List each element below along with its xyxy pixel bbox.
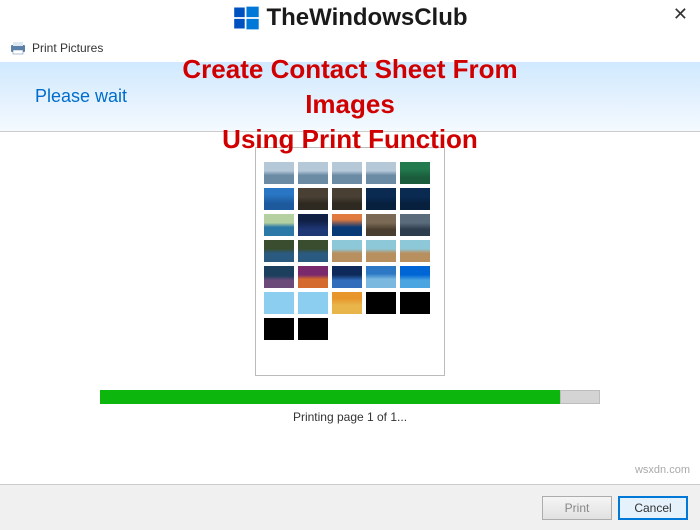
thumbnail — [366, 162, 396, 184]
thumbnail — [298, 162, 328, 184]
thumbnail — [298, 318, 328, 340]
brand-name: TheWindowsClub — [266, 4, 467, 32]
progress-remainder — [560, 390, 600, 404]
thumbnail — [264, 214, 294, 236]
watermark-text: wsxdn.com — [635, 464, 690, 476]
thumbnail — [366, 188, 396, 210]
thumbnail — [400, 214, 430, 236]
preview-area: Printing page 1 of 1... — [0, 132, 700, 432]
thumbnail — [366, 266, 396, 288]
thumbnail — [264, 240, 294, 262]
progress-bar — [100, 390, 600, 404]
print-pictures-icon — [10, 40, 26, 56]
thumbnail — [298, 240, 328, 262]
thumbnail — [400, 188, 430, 210]
thumbnail — [400, 240, 430, 262]
thumbnail — [366, 292, 396, 314]
cancel-button[interactable]: Cancel — [618, 496, 688, 520]
thumbnail — [400, 292, 430, 314]
thumbnail — [366, 214, 396, 236]
thumbnail — [298, 188, 328, 210]
progress-status-text: Printing page 1 of 1... — [0, 410, 700, 424]
please-wait-heading: Please wait — [0, 62, 700, 132]
thumbnail — [400, 162, 430, 184]
thumbnail — [332, 162, 362, 184]
progress-fill — [100, 390, 560, 404]
thumbnail — [332, 188, 362, 210]
thumbnail — [332, 266, 362, 288]
dialog-footer: Print Cancel — [0, 484, 700, 530]
close-icon[interactable]: ✕ — [673, 4, 688, 25]
thumbnail — [400, 266, 430, 288]
thumbnail — [264, 292, 294, 314]
window-title-bar: Print Pictures — [0, 32, 700, 62]
brand-logo: TheWindowsClub — [232, 4, 467, 32]
thumbnail — [298, 214, 328, 236]
print-button: Print — [542, 496, 612, 520]
thumbnail — [264, 188, 294, 210]
windows-flag-icon — [232, 4, 260, 32]
thumbnail — [332, 292, 362, 314]
thumbnail — [366, 240, 396, 262]
thumbnail — [298, 266, 328, 288]
thumbnail — [332, 240, 362, 262]
thumbnail — [298, 292, 328, 314]
thumbnail — [264, 266, 294, 288]
window-title-text: Print Pictures — [32, 41, 103, 55]
thumbnail — [332, 214, 362, 236]
thumbnail — [264, 318, 294, 340]
contact-sheet-preview — [255, 147, 445, 376]
thumbnail — [264, 162, 294, 184]
